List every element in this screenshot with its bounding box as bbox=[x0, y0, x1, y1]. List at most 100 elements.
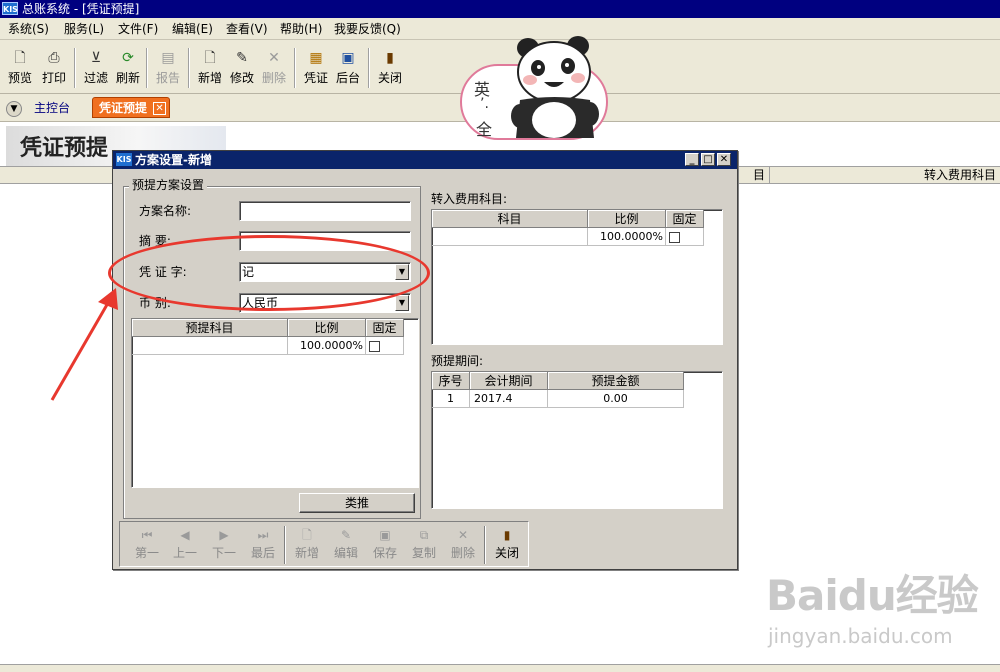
report-icon: ▤ bbox=[161, 50, 175, 66]
table-cell-seq: 1 bbox=[432, 390, 470, 408]
dialog-title-bar: KIS 方案设置-新增 _ □ ✕ bbox=[113, 151, 737, 169]
menu-system[interactable]: 系统(S) bbox=[6, 21, 51, 37]
minimize-icon[interactable]: _ bbox=[685, 153, 699, 166]
toolbar-separator bbox=[368, 48, 370, 88]
toolbar-separator bbox=[484, 526, 486, 564]
chevron-down-icon[interactable]: ▼ bbox=[6, 101, 22, 117]
print-button[interactable]: ⎙ 打印 bbox=[36, 46, 72, 90]
prev-icon: ◀ bbox=[180, 528, 190, 542]
sticker-text: 全 bbox=[476, 120, 493, 139]
save-record-button[interactable]: ▣ 保存 bbox=[366, 526, 404, 564]
fixed-checkbox[interactable] bbox=[369, 341, 380, 352]
toolbar-separator bbox=[74, 48, 76, 88]
delete-record-button[interactable]: ✕ 删除 bbox=[444, 526, 482, 564]
toolbar-separator bbox=[146, 48, 148, 88]
scheme-settings-dialog: KIS 方案设置-新增 _ □ ✕ 预提方案设置 方案名称: 摘 要: 凭 证 … bbox=[112, 150, 738, 570]
refresh-icon: ⟳ bbox=[122, 50, 134, 66]
prev-record-button[interactable]: ◀ 上一 bbox=[166, 526, 204, 564]
group-legend: 预提方案设置 bbox=[129, 178, 208, 192]
menu-service[interactable]: 服务(L) bbox=[62, 21, 106, 37]
analogize-button[interactable]: 类推 bbox=[299, 493, 415, 513]
table-cell-ratio[interactable]: 100.0000% bbox=[588, 228, 666, 246]
annotation-arrow-icon bbox=[50, 288, 118, 401]
last-icon: ⏭ bbox=[257, 528, 269, 542]
panda-icon bbox=[511, 36, 599, 138]
voucher-button[interactable]: ▦ 凭证 bbox=[298, 46, 334, 90]
delete-icon: ✕ bbox=[457, 528, 469, 542]
copy-record-button[interactable]: ⧉ 复制 bbox=[405, 526, 443, 564]
add-button[interactable]: 🗋 新增 bbox=[192, 46, 228, 90]
table-cell-ratio[interactable]: 100.0000% bbox=[288, 337, 366, 355]
last-record-button[interactable]: ⏭ 最后 bbox=[244, 526, 282, 564]
table-header: 比例 bbox=[588, 210, 666, 228]
exit-door-icon: ▮ bbox=[386, 50, 394, 66]
table-header: 会计期间 bbox=[470, 372, 548, 390]
dialog-title: 方案设置-新增 bbox=[135, 153, 212, 167]
exit-door-icon: ▮ bbox=[503, 528, 511, 542]
table-cell-period[interactable]: 2017.4 bbox=[470, 390, 548, 408]
new-icon: 🗋 bbox=[302, 528, 312, 542]
accrual-period-label: 预提期间: bbox=[431, 354, 484, 368]
scheme-name-input[interactable] bbox=[239, 201, 411, 221]
delete-button[interactable]: ✕ 删除 bbox=[256, 46, 292, 90]
backend-button[interactable]: ▣ 后台 bbox=[330, 46, 366, 90]
table-cell-account[interactable] bbox=[432, 228, 588, 246]
table-cell-account[interactable] bbox=[132, 337, 288, 355]
table-header: 比例 bbox=[288, 319, 366, 337]
refresh-button[interactable]: ⟳ 刷新 bbox=[110, 46, 146, 90]
window-title: 总账系统 - [凭证预提] bbox=[22, 2, 140, 16]
close-icon[interactable]: ✕ bbox=[717, 153, 731, 166]
horizontal-scrollbar[interactable] bbox=[0, 664, 1000, 672]
toolbar-separator bbox=[294, 48, 296, 88]
watermark-brand: Baidu经验 bbox=[766, 571, 979, 620]
tab-main-console[interactable]: 主控台 bbox=[34, 100, 70, 116]
dropdown-arrow-icon[interactable]: ▼ bbox=[395, 295, 409, 311]
maximize-icon[interactable]: □ bbox=[701, 153, 715, 166]
first-icon: ⏮ bbox=[141, 528, 153, 542]
tab-voucher-accrual[interactable]: 凭证预提 ✕ bbox=[92, 97, 171, 118]
table-header: 固定 bbox=[666, 210, 704, 228]
dialog-close-button[interactable]: ▮ 关闭 bbox=[488, 526, 526, 564]
edit-button[interactable]: ✎ 修改 bbox=[224, 46, 260, 90]
pencil-icon: ✎ bbox=[340, 528, 352, 542]
table-header: 预提科目 bbox=[132, 319, 288, 337]
pencil-icon: ✎ bbox=[236, 50, 248, 66]
toolbar-separator bbox=[188, 48, 190, 88]
delete-icon: ✕ bbox=[268, 50, 280, 66]
new-icon: 🗋 bbox=[204, 50, 216, 66]
preview-icon: 🗋 bbox=[14, 50, 26, 66]
menu-view[interactable]: 查看(V) bbox=[224, 21, 270, 37]
next-icon: ▶ bbox=[219, 528, 229, 542]
kis-app-icon: KIS bbox=[2, 2, 18, 15]
table-header: 序号 bbox=[432, 372, 470, 390]
menu-edit[interactable]: 编辑(E) bbox=[170, 21, 215, 37]
scheme-name-label: 方案名称: bbox=[139, 204, 192, 218]
dialog-record-toolbar: ⏮ 第一 ◀ 上一 ▶ 下一 ⏭ 最后 🗋 新增 ✎ 编辑 ▣ 保存 ⧉ 复制 … bbox=[119, 521, 529, 567]
accrual-account-table: 预提科目 比例 固定 100.0000% bbox=[131, 318, 419, 488]
window-title-bar: KIS 总账系统 - [凭证预提] bbox=[0, 0, 1000, 18]
close-button[interactable]: ▮ 关闭 bbox=[372, 46, 408, 90]
table-cell-amount[interactable]: 0.00 bbox=[548, 390, 684, 408]
grid-header-cell: 转入费用科目 bbox=[923, 168, 996, 182]
save-icon: ▣ bbox=[379, 528, 391, 542]
table-header: 科目 bbox=[432, 210, 588, 228]
fixed-checkbox[interactable] bbox=[669, 232, 680, 243]
preview-button[interactable]: 🗋 预览 bbox=[2, 46, 38, 90]
add-record-button[interactable]: 🗋 新增 bbox=[288, 526, 326, 564]
menu-file[interactable]: 文件(F) bbox=[116, 21, 160, 37]
next-record-button[interactable]: ▶ 下一 bbox=[205, 526, 243, 564]
tab-label: 凭证预提 bbox=[99, 101, 148, 115]
first-record-button[interactable]: ⏮ 第一 bbox=[128, 526, 166, 564]
filter-icon: ⊻ bbox=[90, 50, 102, 66]
filter-button[interactable]: ⊻ 过滤 bbox=[78, 46, 114, 90]
report-button[interactable]: ▤ 报告 bbox=[150, 46, 186, 90]
expense-account-label: 转入费用科目: bbox=[431, 192, 508, 206]
table-header: 预提金额 bbox=[548, 372, 684, 390]
backend-icon: ▣ bbox=[341, 50, 355, 66]
menu-feedback[interactable]: 我要反馈(Q) bbox=[332, 21, 403, 37]
close-icon[interactable]: ✕ bbox=[153, 102, 167, 115]
edit-record-button[interactable]: ✎ 编辑 bbox=[327, 526, 365, 564]
annotation-ellipse bbox=[108, 235, 430, 311]
accrual-period-table: 序号 会计期间 预提金额 1 2017.4 0.00 bbox=[431, 371, 723, 509]
menu-help[interactable]: 帮助(H) bbox=[278, 21, 324, 37]
